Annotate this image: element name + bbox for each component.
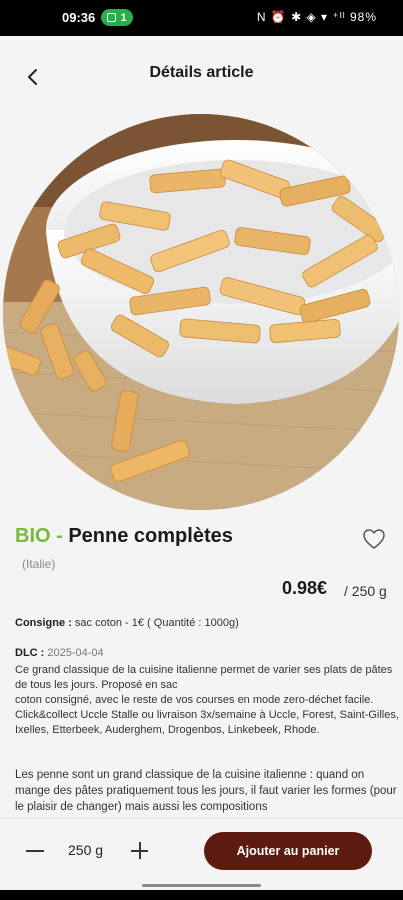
consigne-value: sac coton - 1€ ( Quantité : 1000g) — [74, 617, 239, 629]
decrease-quantity-button[interactable] — [24, 839, 48, 863]
bio-label: BIO - — [15, 525, 63, 547]
product-origin: (Italie) — [22, 557, 56, 571]
product-description-2: Les penne sont un grand classique de la … — [15, 769, 397, 813]
system-icons-glyphs: N ⏰ ✱ ◈ ▾ ⁺ᴵˡ — [256, 10, 346, 24]
product-price: 0.98€ — [282, 578, 328, 598]
heart-icon — [363, 529, 385, 549]
add-to-cart-button[interactable]: Ajouter au panier — [204, 832, 372, 870]
product-unit: / 250 g — [344, 583, 387, 599]
screen: 09:36 1 N ⏰ ✱ ◈ ▾ ⁺ᴵˡ 98% Détails articl… — [0, 0, 403, 890]
consigne-row: Consigne : sac coton - 1€ ( Quantité : 1… — [15, 617, 239, 629]
increase-quantity-button[interactable] — [128, 839, 152, 863]
product-image — [3, 114, 399, 510]
status-bar: 09:36 1 N ⏰ ✱ ◈ ▾ ⁺ᴵˡ 98% — [0, 0, 403, 36]
cart-bar: 250 g Ajouter au panier — [0, 818, 403, 890]
battery-level: 98% — [349, 10, 377, 24]
dlc-label: DLC : — [15, 647, 45, 659]
notification-pill: 1 — [101, 9, 133, 26]
status-time: 09:36 — [62, 10, 96, 25]
dlc-row: DLC : 2025-04-04 — [15, 647, 104, 659]
navigation-handle[interactable] — [142, 884, 261, 887]
system-icons: N ⏰ ✱ ◈ ▾ ⁺ᴵˡ 98% — [257, 10, 377, 24]
product-name: Penne complètes — [68, 525, 233, 547]
favorite-button[interactable] — [362, 528, 386, 550]
consigne-label: Consigne : — [15, 617, 72, 629]
product-description-1: Ce grand classique de la cuisine italien… — [15, 664, 399, 736]
notification-count: 1 — [120, 11, 127, 24]
header: Détails article — [0, 36, 403, 112]
product-title: BIO - Penne complètes — [15, 525, 233, 548]
dlc-value: 2025-04-04 — [47, 647, 104, 659]
quantity-value: 250 g — [68, 842, 104, 858]
notification-icon — [107, 13, 117, 22]
page-title: Détails article — [149, 64, 254, 81]
